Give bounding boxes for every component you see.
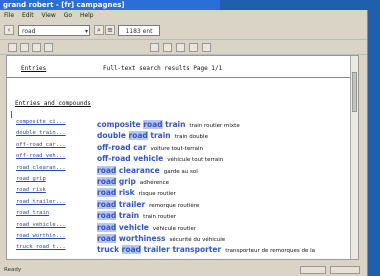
result-count: 1183 ent [118, 25, 160, 36]
result-text: road clearance garde au sol [97, 163, 198, 175]
menu-bar: File Edit View Go Help [0, 10, 367, 21]
history-icon[interactable] [176, 43, 185, 52]
search-icon[interactable]: ⌕ [94, 25, 104, 35]
list-item: road risk road risk risque routier [7, 185, 358, 198]
entry-link[interactable]: road grip [16, 174, 78, 184]
status-pane [330, 266, 360, 274]
result-text: road vehicle véhicule routier [97, 220, 196, 232]
result-text: truck road trailer transporter transporte… [97, 242, 316, 255]
results-panel: Entries Full-text search results Page 1/… [6, 55, 359, 260]
list-item: road vehicle... road vehicle véhicule rout… [7, 220, 358, 232]
menu-view[interactable]: View [42, 12, 56, 19]
menu-help[interactable]: Help [80, 12, 94, 19]
list-item: road worthin... road worthiness sécurité d… [7, 231, 358, 243]
copy-icon[interactable] [32, 43, 41, 52]
translation: transporteur de remorques de la [225, 248, 316, 255]
home-icon[interactable] [8, 43, 17, 52]
entry-link[interactable]: double train... [16, 128, 78, 138]
search-input[interactable]: road ▾ [18, 25, 90, 36]
list-item: off-road car... off-road car voiture tout-… [7, 140, 358, 152]
result-text: road train train routier [97, 208, 176, 221]
status-bar: Ready [0, 264, 367, 276]
back-icon[interactable]: ‹ [4, 25, 14, 35]
entry-link[interactable]: road train [16, 208, 78, 218]
list-item: road train road train train routier [7, 208, 358, 221]
status-pane [300, 266, 326, 274]
entry-link[interactable]: road trailer... [16, 197, 78, 207]
entry-link[interactable]: road clearan... [16, 163, 78, 173]
entry-link[interactable]: truck road t... [16, 242, 78, 252]
menu-file[interactable]: File [4, 12, 14, 19]
entry-link[interactable]: road vehicle... [16, 220, 78, 230]
vertical-scrollbar[interactable] [350, 56, 358, 259]
zoom-icon[interactable] [150, 43, 159, 52]
print-icon[interactable] [20, 43, 29, 52]
result-text: off-road car voiture tout-terrain [97, 140, 203, 152]
divider [7, 77, 358, 78]
result-text: road grip adhérence [97, 174, 169, 186]
entry-link[interactable]: off-road veh... [16, 151, 78, 161]
scrollbar-thumb[interactable] [352, 72, 357, 112]
term-suffix: trailer transporter [140, 245, 222, 255]
search-value: road [22, 28, 36, 35]
search-toolbar: ‹ road ▾ ⌕ ≡ 1183 ent [0, 22, 367, 38]
result-text: road risk risque routier [97, 185, 176, 198]
section-title: Entries and compounds [15, 100, 91, 107]
term-prefix: truck [97, 245, 122, 255]
menu-go[interactable]: Go [64, 12, 72, 19]
list-item: road trailer... road trailer remorque rout… [7, 197, 358, 209]
list-item: off-road veh... off-road vehicle véhicule … [7, 151, 358, 163]
info-icon[interactable] [202, 43, 211, 52]
list-item: road clearan... road clearance garde au so… [7, 163, 358, 175]
icon-toolbar [0, 39, 367, 55]
window-title-bar: grand robert - [fr] campagnes] [0, 0, 220, 10]
bookmark-icon[interactable] [189, 43, 198, 52]
list-item: double train... double road train train do… [7, 128, 358, 141]
entries-tab[interactable]: Entries [21, 65, 46, 72]
result-text: off-road vehicle véhicule tout terrain [97, 151, 223, 163]
result-text: double road train train double [97, 128, 208, 141]
app-window: File Edit View Go Help ‹ road ▾ ⌕ ≡ 1183… [0, 10, 368, 276]
list-item: truck road t... truck road trailer transp… [7, 242, 358, 255]
list-item: road grip road grip adhérence [7, 174, 358, 186]
search-highlight: road [121, 245, 141, 255]
results-header: Entries Full-text search results Page 1/… [7, 56, 358, 78]
entry-link[interactable]: road worthin... [16, 231, 78, 241]
menu-edit[interactable]: Edit [22, 12, 34, 19]
results-page-info: Full-text search results Page 1/1 [103, 65, 223, 72]
settings-icon[interactable] [44, 43, 53, 52]
entry-link[interactable]: road risk [16, 185, 78, 195]
result-text: road worthiness sécurité du véhicule [97, 231, 225, 243]
result-text: road trailer remorque routière [97, 197, 199, 209]
entry-link[interactable]: composite ci... [16, 117, 78, 127]
entry-link[interactable]: off-road car... [16, 140, 78, 150]
list-item: composite ci... composite road train train… [7, 117, 358, 129]
chevron-down-icon[interactable]: ▾ [85, 26, 88, 37]
status-text: Ready [4, 267, 22, 273]
font-icon[interactable] [163, 43, 172, 52]
options-icon[interactable]: ≡ [105, 25, 115, 35]
result-text: composite road train train routier mixte [97, 117, 240, 129]
